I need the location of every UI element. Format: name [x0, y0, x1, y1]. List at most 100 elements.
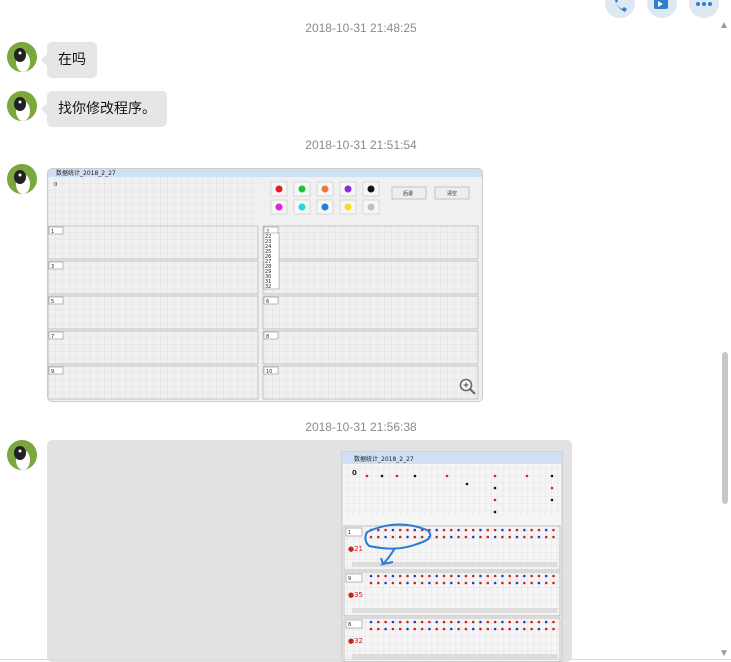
listbox-item[interactable]: 32 — [265, 284, 271, 290]
data-dot — [413, 535, 417, 539]
data-dot — [377, 574, 380, 578]
data-dot — [391, 627, 395, 631]
data-dot — [471, 627, 475, 631]
grid-panel — [48, 365, 259, 400]
data-dot — [391, 620, 395, 624]
grid-panel — [48, 225, 259, 260]
data-dot — [515, 535, 519, 539]
data-dot — [464, 574, 468, 578]
data-dot — [398, 535, 402, 539]
penguin-icon — [7, 440, 37, 470]
data-dot — [428, 627, 431, 631]
panel-select-value: 6 — [266, 299, 269, 305]
grid-panel — [262, 295, 479, 330]
data-dot — [398, 627, 402, 631]
screenshot-image: 数据统计_2018_2_27 0 后退 清空 12345678910222324… — [48, 169, 482, 400]
data-dot — [384, 574, 387, 578]
data-dot — [486, 574, 490, 578]
data-dot — [413, 474, 417, 478]
data-dot — [420, 627, 424, 631]
data-dot — [380, 474, 384, 478]
panel-scrollbar[interactable] — [352, 608, 557, 613]
data-dot — [508, 627, 512, 631]
data-dot — [479, 535, 482, 539]
more-button[interactable] — [689, 0, 719, 18]
color-dot-icon — [321, 185, 329, 193]
data-dot — [384, 535, 387, 539]
grid-panel — [262, 260, 479, 295]
data-dot — [530, 574, 533, 578]
data-dot — [413, 620, 417, 624]
data-dot — [523, 620, 526, 624]
data-dot — [377, 627, 380, 631]
data-dot — [398, 528, 402, 532]
timestamp: 2018-10-31 21:51:54 — [305, 138, 417, 152]
data-dot — [537, 574, 541, 578]
data-dot — [450, 574, 453, 578]
data-dot — [435, 528, 439, 532]
data-dot — [550, 474, 554, 478]
data-dot — [486, 581, 490, 585]
data-dot — [442, 581, 446, 585]
data-dot — [384, 581, 387, 585]
data-dot — [515, 574, 519, 578]
image-message[interactable]: 数据统计_2018_2_27 0 后退 清空 12345678910222324… — [47, 168, 483, 402]
color-dot-icon — [367, 203, 375, 211]
data-dot — [457, 574, 460, 578]
data-dot — [515, 627, 519, 631]
data-dot — [457, 620, 460, 624]
data-dot — [550, 486, 554, 490]
penguin-icon — [7, 91, 37, 121]
data-dot — [523, 535, 526, 539]
top-cell-label: 0 — [352, 469, 357, 477]
color-palette[interactable] — [270, 181, 380, 215]
avatar[interactable] — [7, 164, 37, 194]
data-dot — [530, 535, 533, 539]
avatar[interactable] — [7, 42, 37, 72]
data-dot — [501, 581, 504, 585]
data-dot — [428, 620, 431, 624]
scrollbar-thumb[interactable] — [722, 352, 728, 504]
clear-button-label: 清空 — [447, 190, 457, 197]
data-dot — [420, 535, 424, 539]
color-dot-icon — [321, 203, 329, 211]
video-button[interactable] — [647, 0, 677, 18]
data-dot — [391, 581, 395, 585]
scroll-up-icon[interactable]: ▲ — [719, 20, 729, 31]
timestamp: 2018-10-31 21:48:25 — [305, 21, 417, 35]
data-dot — [537, 627, 541, 631]
data-dot — [391, 528, 395, 532]
top-cell-label: 0 — [54, 182, 57, 188]
data-dot — [464, 627, 468, 631]
grid-panel — [48, 260, 259, 295]
data-dot — [420, 581, 424, 585]
avatar[interactable] — [7, 440, 37, 470]
data-dot — [377, 620, 380, 624]
message-bubble[interactable]: 在吗 — [41, 42, 97, 78]
image-message[interactable]: 数据统计_2018_2_27 0 1 9 8 ●21 ●35 ●32 — [47, 440, 572, 662]
data-dot — [435, 627, 439, 631]
scroll-down-icon[interactable]: ▼ — [719, 648, 729, 659]
data-dot — [450, 620, 453, 624]
data-dot — [493, 498, 497, 502]
data-dot — [471, 581, 475, 585]
data-dot — [479, 581, 482, 585]
phone-button[interactable] — [605, 0, 635, 18]
data-dot — [377, 528, 380, 532]
data-dot — [413, 581, 417, 585]
data-dot — [413, 627, 417, 631]
data-dot — [523, 627, 526, 631]
data-dot — [406, 574, 409, 578]
avatar[interactable] — [7, 91, 37, 121]
data-dot — [493, 528, 497, 532]
data-dot — [493, 581, 497, 585]
data-dot — [442, 574, 446, 578]
data-dot — [377, 581, 380, 585]
data-dot — [398, 581, 402, 585]
data-dot — [391, 535, 395, 539]
color-dot-icon — [298, 203, 306, 211]
data-dot — [406, 535, 409, 539]
message-bubble[interactable]: 找你修改程序。 — [41, 91, 167, 127]
timestamp: 2018-10-31 21:56:38 — [305, 420, 417, 434]
zoom-in-icon[interactable] — [459, 378, 477, 396]
